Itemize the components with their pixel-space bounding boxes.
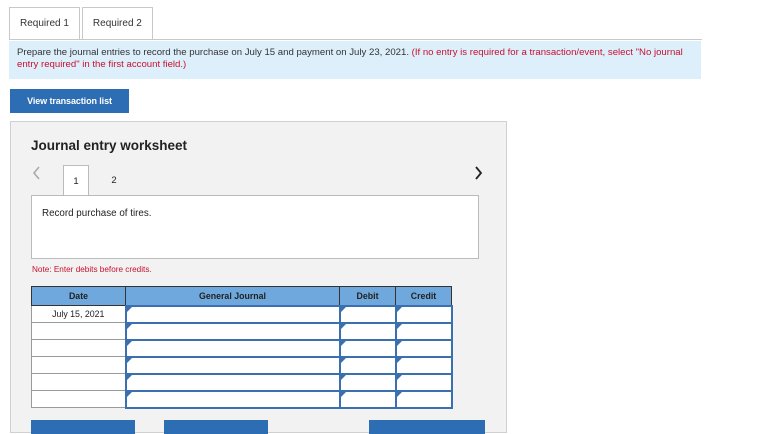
- account-field[interactable]: [124, 338, 341, 358]
- date-cell: [31, 356, 126, 374]
- account-field[interactable]: [124, 321, 341, 341]
- header-date: Date: [31, 286, 126, 306]
- debit-field[interactable]: [338, 372, 397, 392]
- tab-bar: Required 1 Required 2: [9, 7, 155, 40]
- account-field[interactable]: [124, 372, 341, 392]
- instructions-banner: Prepare the journal entries to record th…: [9, 41, 701, 79]
- table-row: [31, 389, 453, 409]
- date-cell: [31, 322, 126, 340]
- view-transaction-list-button[interactable]: View transaction list: [10, 89, 129, 113]
- chevron-right-icon[interactable]: [474, 166, 483, 184]
- account-field[interactable]: [124, 304, 341, 324]
- chevron-left-icon[interactable]: [32, 166, 41, 184]
- debit-field[interactable]: [338, 389, 397, 409]
- credit-field[interactable]: [394, 372, 453, 392]
- instructions-text: Prepare the journal entries to record th…: [17, 47, 412, 58]
- table-row: [31, 355, 453, 375]
- date-cell: July 15, 2021: [31, 305, 126, 323]
- date-cell: [31, 390, 126, 408]
- record-entry-button[interactable]: [31, 420, 135, 434]
- credit-field[interactable]: [394, 304, 453, 324]
- credit-field[interactable]: [394, 355, 453, 375]
- table-row: July 15, 2021: [31, 304, 453, 324]
- journal-table: Date General Journal Debit Credit July 1…: [31, 286, 453, 409]
- header-debit: Debit: [339, 286, 396, 306]
- tab-required-1[interactable]: Required 1: [9, 7, 80, 40]
- table-row: [31, 372, 453, 392]
- tab-divider: [9, 39, 702, 40]
- credit-field[interactable]: [394, 321, 453, 341]
- debit-field[interactable]: [338, 304, 397, 324]
- date-cell: [31, 339, 126, 357]
- account-field[interactable]: [124, 389, 341, 409]
- clear-entry-button[interactable]: [164, 420, 268, 434]
- tab-required-2[interactable]: Required 2: [81, 7, 153, 40]
- table-row: [31, 338, 453, 358]
- header-credit: Credit: [395, 286, 452, 306]
- debit-field[interactable]: [338, 355, 397, 375]
- journal-entry-worksheet: Journal entry worksheet 1 2 Record purch…: [10, 121, 507, 434]
- debit-field[interactable]: [338, 321, 397, 341]
- credit-field[interactable]: [394, 338, 453, 358]
- step-tab-1[interactable]: 1: [63, 165, 89, 196]
- worksheet-title: Journal entry worksheet: [31, 138, 188, 153]
- step-tab-2[interactable]: 2: [101, 165, 127, 196]
- journal-header-row: Date General Journal Debit Credit: [31, 286, 452, 306]
- debit-credit-note: Note: Enter debits before credits.: [32, 265, 152, 274]
- table-row: [31, 321, 453, 341]
- account-field[interactable]: [124, 355, 341, 375]
- credit-field[interactable]: [394, 389, 453, 409]
- debit-field[interactable]: [338, 338, 397, 358]
- transaction-description: Record purchase of tires.: [31, 195, 479, 259]
- date-cell: [31, 373, 126, 391]
- view-general-journal-button[interactable]: [369, 420, 485, 434]
- header-general-journal: General Journal: [125, 286, 340, 306]
